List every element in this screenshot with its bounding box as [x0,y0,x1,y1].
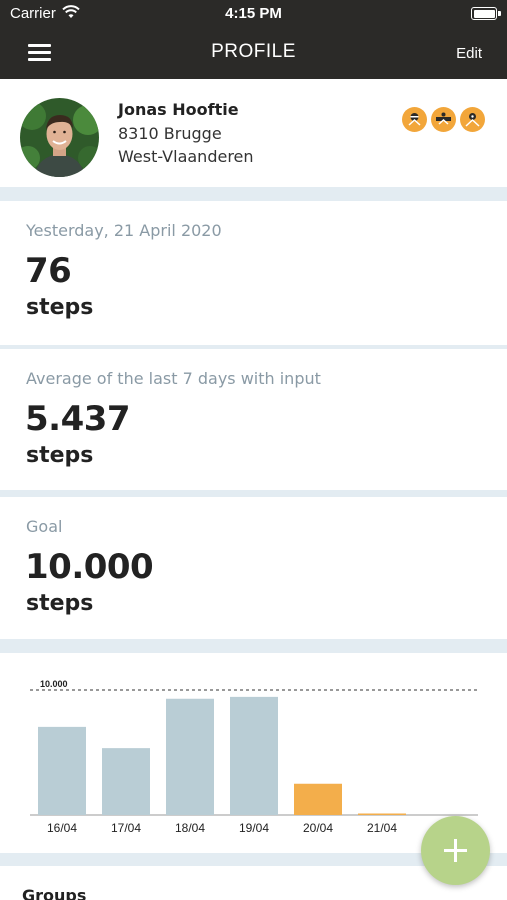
stat-unit: steps [26,295,94,320]
bar-16/04 [38,726,86,815]
x-tick-label: 20/04 [303,821,333,835]
badge-list [402,107,485,132]
stat-card-goal: Goal 10.000 steps [0,497,507,639]
battery-tip [498,11,501,16]
stat-label: Goal [26,517,63,536]
groups-title: Groups [22,886,87,900]
stat-value: 10.000 [25,547,154,587]
add-button[interactable] [421,816,490,885]
x-tick-label: 18/04 [175,821,205,835]
plus-icon-stroke [454,839,457,862]
stat-value: 5.437 [25,399,131,439]
status-bar: Carrier 4:15 PM [0,0,507,28]
stat-value: 76 [25,251,72,291]
bar-18/04 [166,698,214,815]
profile-city: 8310 Brugge [118,124,222,143]
bar-20/04 [294,783,342,815]
stat-label: Yesterday, 21 April 2020 [26,221,222,240]
stat-label: Average of the last 7 days with input [26,369,321,388]
profile-region: West-Vlaanderen [118,147,254,166]
profile-name: Jonas Hooftie [118,100,239,119]
badge-icon[interactable] [460,107,485,132]
profile-header: Jonas Hooftie 8310 Brugge West-Vlaandere… [0,79,507,187]
x-tick-label: 19/04 [239,821,269,835]
bar-17/04 [102,748,150,815]
x-tick-label: 16/04 [47,821,77,835]
stat-unit: steps [26,591,94,616]
badge-icon[interactable] [431,107,456,132]
bar-19/04 [230,696,278,815]
status-time: 4:15 PM [225,5,282,22]
stat-unit: steps [26,443,94,468]
avatar [20,98,99,177]
badge-icon[interactable] [402,107,427,132]
goal-label: 10.000 [40,679,68,689]
steps-chart-svg: 10.000 16/04 17/04 18/04 19/04 20/04 21/04 [30,679,478,835]
x-tick-label: 21/04 [367,821,397,835]
battery-icon [471,7,497,20]
edit-button[interactable]: Edit [456,45,482,62]
page-title: PROFILE [211,41,296,62]
stat-card-average: Average of the last 7 days with input 5.… [0,349,507,490]
stat-card-yesterday: Yesterday, 21 April 2020 76 steps [0,201,507,345]
bar-21/04 [358,813,406,815]
x-tick-label: 17/04 [111,821,141,835]
nav-bar: PROFILE Edit [0,28,507,79]
steps-chart: 10.000 16/04 17/04 18/04 19/04 20/04 21/04 [0,653,507,853]
